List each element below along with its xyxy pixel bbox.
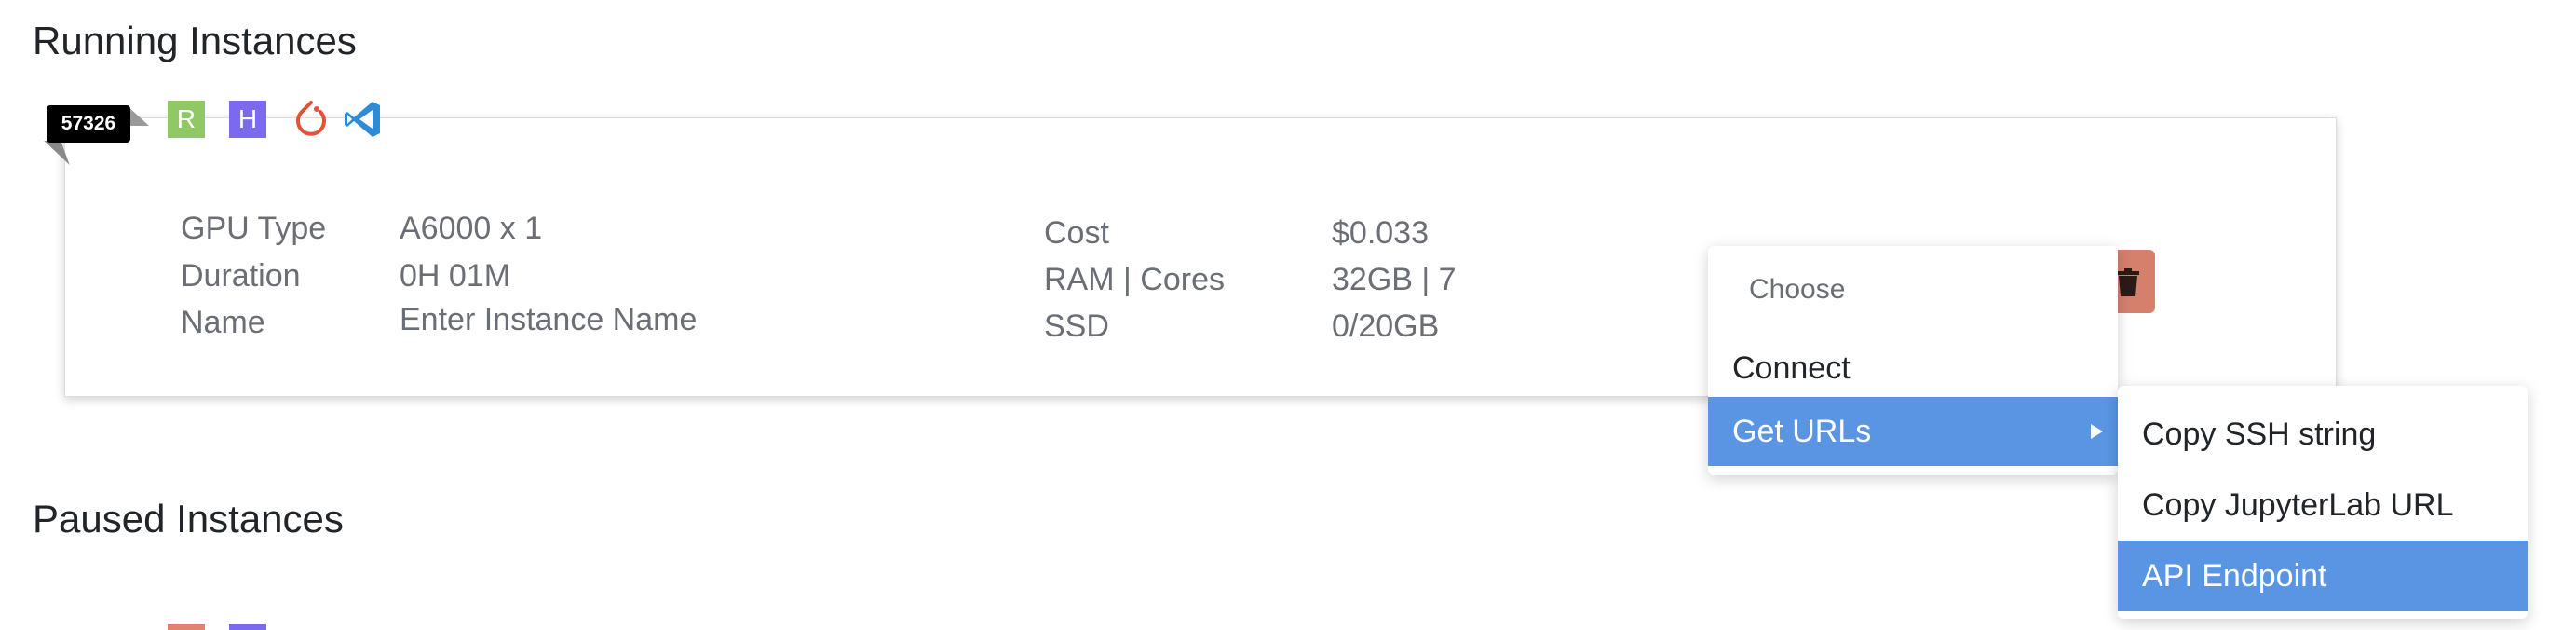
running-instances-heading: Running Instances (33, 19, 357, 62)
vscode-icon[interactable] (343, 99, 384, 140)
urls-submenu: Copy SSH string Copy JupyterLab URL API … (2118, 386, 2528, 619)
menu-item-connect[interactable]: Connect (1708, 336, 2118, 401)
cost-value: $0.033 (1332, 215, 1429, 251)
menu-header: Choose (1749, 274, 1846, 305)
cost-label: Cost (1044, 215, 1109, 251)
paused-badge-icon (168, 624, 205, 630)
submenu-item-copy-jupyterlab[interactable]: Copy JupyterLab URL (2118, 470, 2528, 541)
gpu-type-value: A6000 x 1 (400, 211, 543, 246)
r-badge-icon[interactable]: R (168, 101, 205, 138)
menu-item-get-urls[interactable]: Get URLs (1708, 397, 2118, 466)
pytorch-icon[interactable] (291, 99, 331, 140)
paused-badge-icon (229, 624, 266, 630)
h-badge-icon[interactable]: H (229, 101, 266, 138)
trash-icon (2116, 268, 2140, 301)
name-label: Name (181, 305, 265, 340)
submenu-arrow-icon (2091, 424, 2103, 439)
ssd-label: SSD (1044, 308, 1109, 344)
gpu-type-label: GPU Type (181, 211, 327, 246)
port-tag: 57326 (44, 105, 149, 165)
submenu-item-api-endpoint[interactable]: API Endpoint (2118, 541, 2528, 611)
ssd-value: 0/20GB (1332, 308, 1440, 344)
instance-name-input[interactable]: Enter Instance Name (400, 302, 697, 338)
submenu-item-copy-ssh[interactable]: Copy SSH string (2118, 399, 2528, 470)
paused-instances-heading: Paused Instances (33, 497, 344, 541)
duration-label: Duration (181, 258, 301, 294)
ram-cores-label: RAM | Cores (1044, 262, 1225, 297)
port-number: 57326 (47, 105, 130, 143)
menu-item-label: Get URLs (1732, 414, 1872, 449)
connect-dropdown-menu: Choose Connect Get URLs (1708, 246, 2118, 475)
ram-cores-value: 32GB | 7 (1332, 262, 1457, 297)
duration-value: 0H 01M (400, 258, 511, 294)
